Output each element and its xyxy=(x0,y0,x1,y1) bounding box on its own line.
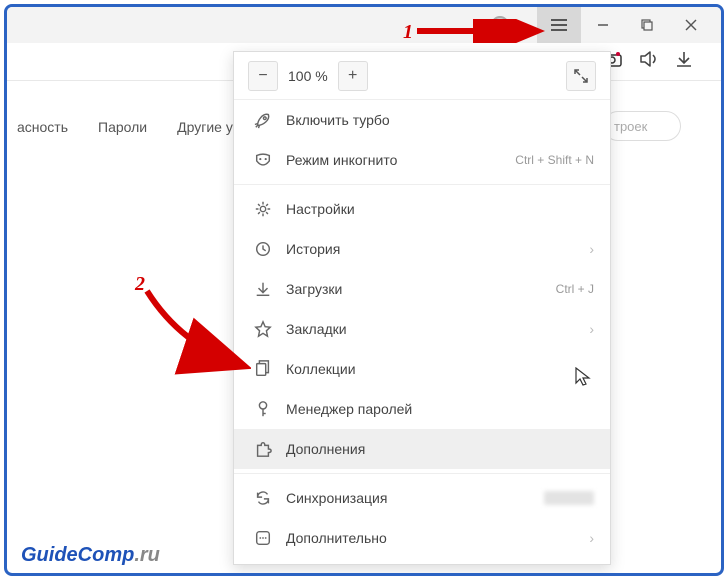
menu-item-mask[interactable]: Режим инкогнито Ctrl + Shift + N xyxy=(234,140,610,180)
zoom-out-button[interactable]: − xyxy=(248,61,278,91)
menu-item-clock[interactable]: История › xyxy=(234,229,610,269)
key-icon xyxy=(250,400,276,418)
sound-button[interactable] xyxy=(639,50,659,73)
chevron-right-icon: › xyxy=(589,321,594,337)
menu-item-label: Дополнительно xyxy=(286,530,387,546)
watermark: GuideComp.ru xyxy=(21,544,160,567)
menu-item-puzzle[interactable]: Дополнения xyxy=(234,429,610,469)
menu-shortcut: Ctrl + Shift + N xyxy=(515,153,594,167)
menu-item-key[interactable]: Менеджер паролей xyxy=(234,389,610,429)
menu-item-label: Загрузки xyxy=(286,281,342,297)
menu-item-label: Коллекции xyxy=(286,361,356,377)
menu-shortcut: Ctrl + J xyxy=(556,282,594,296)
menu-separator xyxy=(234,184,610,185)
fullscreen-button[interactable] xyxy=(566,61,596,91)
sync-icon xyxy=(250,489,276,507)
main-menu: − 100 % + Включить турбо Режим инкогнито C… xyxy=(233,51,611,565)
tab-partial[interactable]: асность xyxy=(17,119,68,135)
collection-icon xyxy=(250,360,276,378)
zoom-in-button[interactable]: + xyxy=(338,61,368,91)
search-placeholder: троек xyxy=(614,119,647,134)
download-icon xyxy=(250,280,276,298)
clock-icon xyxy=(250,240,276,258)
watermark-text: GuideComp xyxy=(21,544,134,566)
menu-item-label: Дополнения xyxy=(286,441,365,457)
gear-icon xyxy=(250,200,276,218)
star-icon xyxy=(250,320,276,338)
page-tabs: асность Пароли Другие у xyxy=(17,119,233,135)
minimize-icon xyxy=(597,19,609,31)
maximize-button[interactable] xyxy=(625,7,669,43)
hamburger-icon xyxy=(551,19,567,31)
menu-item-label: Включить турбо xyxy=(286,112,390,128)
menu-item-download[interactable]: Загрузки Ctrl + J xyxy=(234,269,610,309)
menu-item-label: Закладки xyxy=(286,321,347,337)
rocket-icon xyxy=(250,111,276,129)
watermark-suffix: .ru xyxy=(134,544,160,566)
tab-passwords[interactable]: Пароли xyxy=(98,119,147,135)
more-icon xyxy=(250,529,276,547)
menu-item-rocket[interactable]: Включить турбо xyxy=(234,100,610,140)
zoom-value: 100 % xyxy=(288,68,328,84)
menu-item-label: Синхронизация xyxy=(286,490,387,506)
app-window: асность Пароли Другие у троек − 100 % + … xyxy=(4,4,724,576)
menu-separator xyxy=(234,473,610,474)
menu-item-more[interactable]: Дополнительно › xyxy=(234,518,610,558)
menu-item-label: Настройки xyxy=(286,201,355,217)
close-button[interactable] xyxy=(669,7,713,43)
menu-item-label: История xyxy=(286,241,340,257)
arrow-2 xyxy=(141,285,251,375)
maximize-icon xyxy=(641,19,653,31)
chevron-right-icon: › xyxy=(589,530,594,546)
menu-item-label: Менеджер паролей xyxy=(286,401,412,417)
sound-icon xyxy=(639,50,659,68)
arrow-1 xyxy=(415,19,545,43)
menu-item-gear[interactable]: Настройки xyxy=(234,189,610,229)
mask-icon xyxy=(250,151,276,169)
menu-item-label: Режим инкогнито xyxy=(286,152,397,168)
menu-item-sync[interactable]: Синхронизация xyxy=(234,478,610,518)
chevron-right-icon: › xyxy=(589,241,594,257)
minimize-button[interactable] xyxy=(581,7,625,43)
tab-partial[interactable]: Другие у xyxy=(177,119,233,135)
titlebar xyxy=(7,7,721,43)
blurred-text xyxy=(544,491,594,505)
fullscreen-icon xyxy=(574,69,588,83)
puzzle-icon xyxy=(250,440,276,458)
search-field[interactable]: троек xyxy=(603,111,681,141)
download-icon xyxy=(675,50,693,68)
annotation-1: 1 xyxy=(403,21,413,44)
menu-item-collection[interactable]: Коллекции xyxy=(234,349,610,389)
menu-item-star[interactable]: Закладки › xyxy=(234,309,610,349)
zoom-row: − 100 % + xyxy=(234,52,610,100)
close-icon xyxy=(685,19,697,31)
downloads-button[interactable] xyxy=(675,50,693,73)
